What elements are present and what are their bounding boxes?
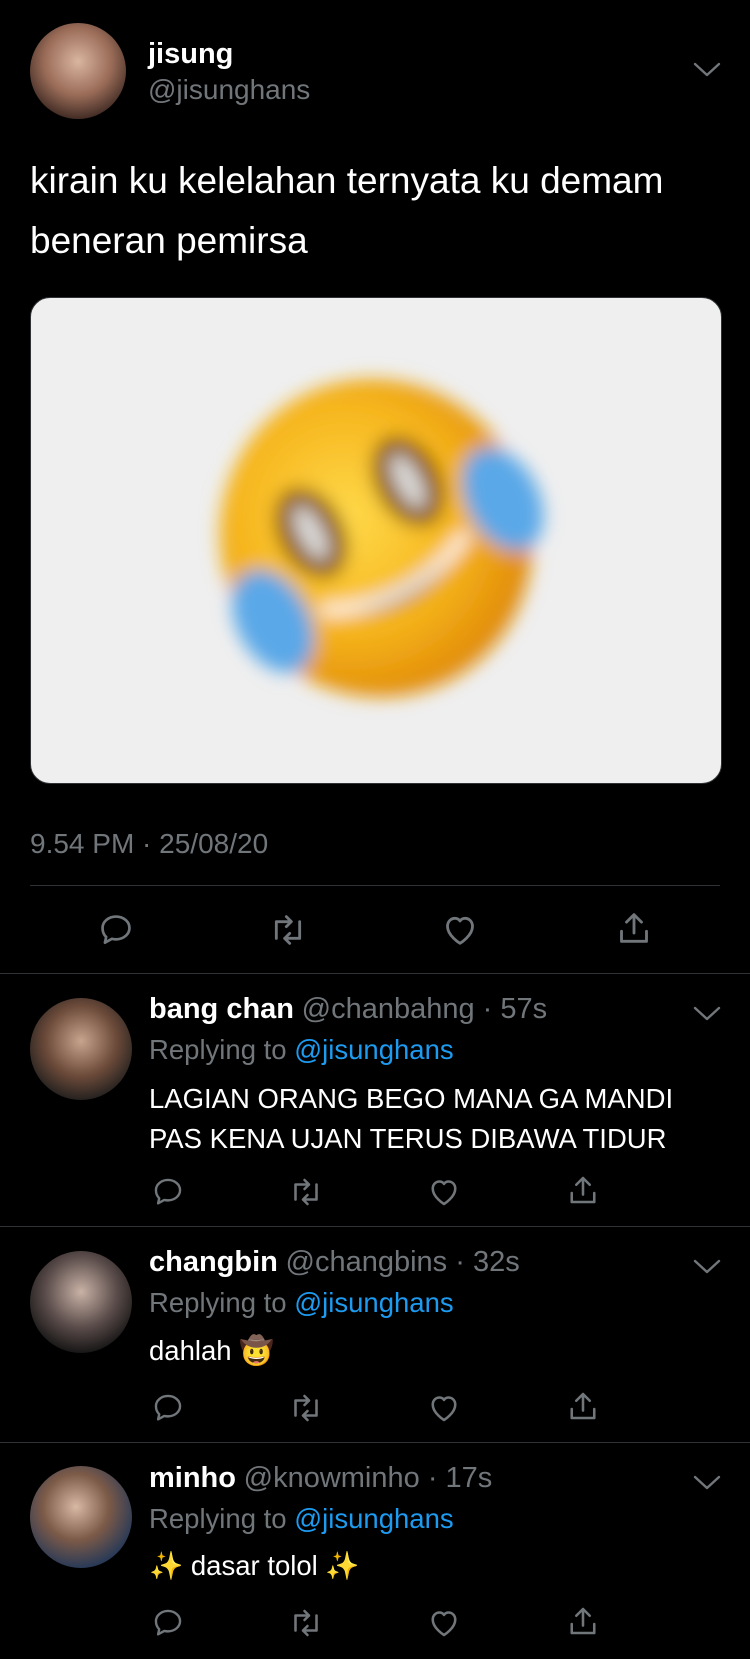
replying-to: Replying to @jisunghans: [149, 1034, 730, 1066]
divider: [30, 885, 720, 886]
reply-text-line: PAS KENA UJAN TERUS DIBAWA TIDUR: [149, 1123, 667, 1154]
divider: [0, 1442, 750, 1443]
tweet-text-line: beneran pemirsa: [30, 220, 308, 261]
reply-header: minho @knowminho · 17s: [149, 1462, 730, 1495]
replying-to: Replying to @jisunghans: [149, 1503, 730, 1535]
display-name[interactable]: bang chan: [149, 993, 294, 1025]
username[interactable]: @chanbahng: [302, 993, 475, 1025]
avatar[interactable]: [30, 1466, 132, 1568]
like-icon[interactable]: [440, 910, 480, 950]
retweet-icon[interactable]: [286, 1388, 326, 1428]
chevron-down-icon[interactable]: [693, 1475, 721, 1491]
replying-to-handle[interactable]: @jisunghans: [294, 1503, 453, 1534]
reply-text: dahlah 🤠: [149, 1331, 730, 1371]
reply-age[interactable]: 57s: [500, 993, 547, 1025]
reply-header: changbin @changbins · 32s: [149, 1246, 730, 1279]
separator: ·: [447, 1246, 473, 1278]
reply-icon[interactable]: [148, 1388, 188, 1428]
chevron-down-icon[interactable]: [693, 62, 721, 78]
cowboy-emoji: 🤠: [239, 1335, 275, 1366]
reply-text-line: dahlah: [149, 1335, 232, 1366]
username[interactable]: @changbins: [286, 1246, 448, 1278]
separator: ·: [419, 1462, 446, 1494]
username[interactable]: @jisunghans: [148, 74, 310, 106]
like-icon[interactable]: [424, 1388, 464, 1428]
avatar[interactable]: [30, 998, 132, 1100]
chevron-down-icon[interactable]: [693, 1006, 721, 1022]
like-icon[interactable]: [424, 1603, 464, 1643]
avatar[interactable]: [30, 23, 126, 119]
share-icon[interactable]: [563, 1170, 603, 1210]
chevron-down-icon[interactable]: [693, 1259, 721, 1275]
divider: [0, 1226, 750, 1227]
reply-text-line: LAGIAN ORANG BEGO MANA GA MANDI: [149, 1083, 674, 1114]
retweet-icon[interactable]: [286, 1603, 326, 1643]
username[interactable]: @knowminho: [244, 1462, 420, 1494]
retweet-icon[interactable]: [286, 1172, 326, 1212]
replying-to: Replying to @jisunghans: [149, 1287, 730, 1319]
display-name[interactable]: minho: [149, 1462, 236, 1494]
tweet-media[interactable]: [30, 297, 722, 784]
share-icon[interactable]: [563, 1601, 603, 1641]
reply-age[interactable]: 17s: [446, 1462, 493, 1494]
replying-to-label: Replying to: [149, 1287, 287, 1318]
replying-to-handle[interactable]: @jisunghans: [294, 1287, 453, 1318]
retweet-icon[interactable]: [268, 910, 308, 950]
reply-icon[interactable]: [148, 1603, 188, 1643]
replying-to-handle[interactable]: @jisunghans: [294, 1034, 453, 1065]
display-name[interactable]: jisung: [148, 38, 233, 71]
replying-to-label: Replying to: [149, 1034, 287, 1065]
tweet-text-line: kirain ku kelelahan ternyata ku demam: [30, 160, 664, 201]
share-icon[interactable]: [563, 1386, 603, 1426]
like-icon[interactable]: [424, 1172, 464, 1212]
laughing-crying-emoji-icon: [219, 379, 544, 697]
display-name[interactable]: changbin: [149, 1246, 278, 1278]
separator: ·: [474, 993, 501, 1025]
reply-text: LAGIAN ORANG BEGO MANA GA MANDI PAS KENA…: [149, 1079, 730, 1159]
divider: [0, 973, 750, 974]
reply-icon[interactable]: [96, 910, 136, 950]
reply-header: bang chan @chanbahng · 57s: [149, 993, 730, 1026]
reply-text-line: dasar tolol: [190, 1550, 318, 1581]
reply-age[interactable]: 32s: [473, 1246, 520, 1278]
share-icon[interactable]: [614, 908, 654, 948]
avatar[interactable]: [30, 1251, 132, 1353]
sparkles-emoji: ✨: [149, 1550, 184, 1581]
sparkles-emoji: ✨: [325, 1550, 360, 1581]
reply-text: ✨ dasar tolol ✨: [149, 1546, 730, 1586]
replying-to-label: Replying to: [149, 1503, 287, 1534]
reply-icon[interactable]: [148, 1172, 188, 1212]
tweet-timestamp[interactable]: 9.54 PM · 25/08/20: [30, 828, 268, 860]
